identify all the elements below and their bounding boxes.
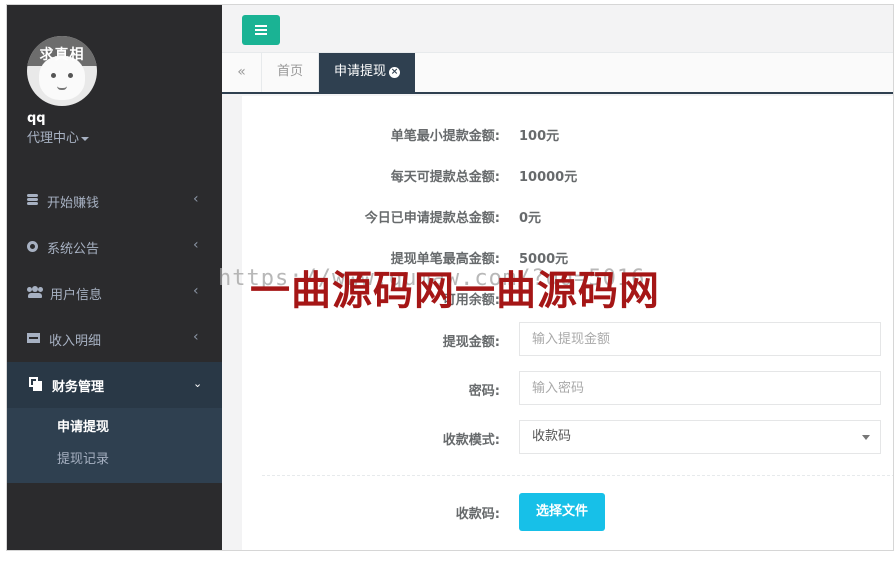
sidebar-item-label: 财务管理 [52, 380, 105, 395]
chevron-left-icon: ‹ [193, 191, 199, 207]
chevron-left-icon: ‹ [193, 329, 199, 345]
payment-mode-select[interactable]: 收款码 [519, 420, 881, 454]
withdraw-amount-input[interactable] [519, 322, 881, 356]
today-applied-label: 今日已申请提款总金额: [364, 211, 500, 226]
qr-code-label: 收款码: [455, 507, 500, 522]
min-amount-value: 100元 [519, 129, 560, 144]
avatar-eye-right [68, 73, 73, 78]
close-icon[interactable]: × [389, 67, 400, 78]
tab-apply-withdraw[interactable]: 申请提现 × [319, 53, 415, 94]
withdraw-form: 单笔最小提款金额: 100元 每天可提款总金额: 10000元 今日已申请提款总… [242, 96, 893, 550]
daily-total-label: 每天可提款总金额: [390, 170, 500, 185]
sidebar: 求真相 qq 代理中心 开始赚钱 ‹ 系统公告 ‹ 用户信息 ‹ 收入明细 ‹ … [7, 5, 222, 550]
top-navbar [222, 5, 893, 53]
sidebar-item-start-earning[interactable]: 开始赚钱 ‹ [7, 178, 222, 224]
credit-card-icon [27, 333, 40, 343]
chevron-left-icon: ‹ [193, 237, 199, 253]
sidebar-item-label: 用户信息 [50, 288, 103, 303]
role-menu-label: 代理中心 [27, 131, 80, 146]
password-label: 密码: [468, 384, 500, 399]
tab-scroll-left-icon[interactable]: « [222, 53, 262, 92]
tab-bar: « 首页 申请提现 × [222, 53, 893, 94]
avatar-text: 求真相 [39, 47, 85, 63]
choose-file-button[interactable]: 选择文件 [519, 493, 605, 531]
sidebar-subitem-apply-withdraw[interactable]: 申请提现 [57, 416, 109, 435]
tab-label: 申请提现 [333, 64, 386, 79]
chevron-down-icon: ⌄ [193, 377, 203, 390]
password-input[interactable] [519, 371, 881, 405]
sidebar-item-user-info[interactable]: 用户信息 ‹ [7, 270, 222, 316]
role-menu[interactable]: 代理中心 [27, 127, 90, 146]
users-icon [27, 286, 43, 298]
daily-total-value: 10000元 [519, 170, 578, 185]
today-applied-value: 0元 [519, 211, 542, 226]
sidebar-item-finance[interactable]: 财务管理 ⌄ [7, 362, 222, 408]
form-divider [262, 475, 893, 476]
sidebar-item-announcements[interactable]: 系统公告 ‹ [7, 224, 222, 270]
menu-toggle-button[interactable] [242, 15, 280, 45]
gear-icon [27, 241, 38, 252]
sidebar-item-income-details[interactable]: 收入明细 ‹ [7, 316, 222, 362]
tab-home[interactable]: 首页 [262, 53, 319, 92]
withdraw-amount-label: 提现金额: [442, 335, 500, 350]
sidebar-item-label: 开始赚钱 [47, 196, 100, 211]
database-icon [27, 194, 39, 206]
payment-mode-label: 收款模式: [442, 433, 500, 448]
sidebar-item-label: 系统公告 [47, 242, 100, 257]
payment-mode-value: 收款码 [532, 429, 572, 444]
sidebar-bottom [7, 483, 222, 550]
sidebar-subitem-withdraw-records[interactable]: 提现记录 [57, 448, 109, 467]
min-amount-label: 单笔最小提款金额: [390, 129, 500, 144]
watermark-text: 一曲源码网一曲源码网 [250, 268, 660, 314]
chevron-left-icon: ‹ [193, 283, 199, 299]
avatar[interactable]: 求真相 [27, 36, 97, 106]
dropdown-arrow-icon [862, 435, 870, 440]
copy-icon [29, 377, 43, 391]
avatar-eye-left [51, 73, 56, 78]
caret-down-icon [81, 136, 90, 141]
username: qq [27, 111, 46, 126]
sidebar-item-label: 收入明细 [49, 334, 102, 349]
